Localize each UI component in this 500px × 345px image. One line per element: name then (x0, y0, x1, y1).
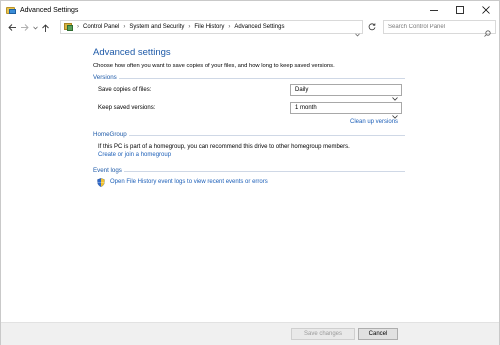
window-title: Advanced Settings (20, 6, 79, 14)
clean-up-versions-link[interactable]: Clean up versions (350, 119, 398, 125)
homegroup-text: If this PC is part of a homegroup, you c… (98, 144, 350, 150)
breadcrumb-separator: › (123, 24, 126, 30)
minimize-icon (430, 10, 438, 11)
versions-heading: Versions (93, 74, 117, 81)
back-button[interactable] (5, 19, 18, 36)
arrow-right-icon (20, 24, 29, 31)
arrow-left-icon (7, 24, 16, 31)
keep-versions-select[interactable]: 1 month (290, 102, 402, 119)
section-divider (124, 171, 405, 172)
forward-button[interactable] (18, 19, 31, 36)
breadcrumb-separator: › (228, 24, 231, 30)
maximize-icon (456, 6, 464, 14)
create-join-homegroup-link[interactable]: Create or join a homegroup (98, 152, 171, 158)
dialog-button-bar: Save changes Cancel (1, 322, 499, 345)
breadcrumb-advanced-settings[interactable]: Advanced Settings (234, 24, 284, 30)
close-icon (482, 6, 490, 14)
breadcrumb-separator: › (77, 24, 79, 30)
maximize-button[interactable] (447, 1, 473, 19)
homegroup-heading: HomeGroup (93, 131, 127, 138)
title-bar: Advanced Settings (1, 1, 499, 19)
keep-versions-label: Keep saved versions: (98, 105, 156, 111)
keep-versions-value: 1 month (295, 105, 317, 111)
section-divider (119, 78, 405, 79)
cancel-button[interactable]: Cancel (358, 328, 398, 340)
breadcrumb-separator: › (188, 24, 191, 30)
refresh-button[interactable] (365, 20, 379, 34)
breadcrumb-control-panel[interactable]: Control Panel (83, 24, 119, 30)
chevron-down-icon (355, 33, 360, 37)
file-history-app-icon (6, 6, 16, 15)
save-copies-label: Save copies of files: (98, 87, 152, 93)
shield-icon (97, 178, 105, 187)
search-box[interactable] (383, 20, 496, 37)
intro-text: Choose how often you want to save copies… (93, 63, 335, 69)
save-copies-select[interactable]: Daily (290, 84, 402, 101)
search-icon[interactable] (484, 24, 491, 42)
page-title: Advanced settings (93, 47, 171, 58)
chevron-down-icon (32, 26, 38, 30)
event-logs-heading: Event logs (93, 167, 122, 174)
search-input[interactable] (384, 21, 480, 33)
arrow-up-icon (42, 23, 49, 32)
address-bar[interactable]: › Control Panel › System and Security › … (60, 20, 363, 37)
control-panel-icon (64, 23, 73, 31)
save-changes-button[interactable]: Save changes (291, 328, 355, 340)
breadcrumb-system-and-security[interactable]: System and Security (129, 24, 184, 30)
save-copies-value: Daily (295, 87, 309, 93)
advanced-settings-window: Advanced Settings › Control Panel › Syst… (0, 0, 500, 345)
recent-locations-button[interactable] (31, 19, 39, 36)
refresh-icon (368, 23, 376, 31)
breadcrumb-file-history[interactable]: File History (194, 24, 224, 30)
open-event-logs-link[interactable]: Open File History event logs to view rec… (110, 179, 268, 185)
window-controls (421, 1, 499, 19)
up-button[interactable] (39, 19, 52, 36)
minimize-button[interactable] (421, 1, 447, 19)
close-button[interactable] (473, 1, 499, 19)
section-divider (129, 135, 405, 136)
address-history-button[interactable] (355, 24, 360, 42)
